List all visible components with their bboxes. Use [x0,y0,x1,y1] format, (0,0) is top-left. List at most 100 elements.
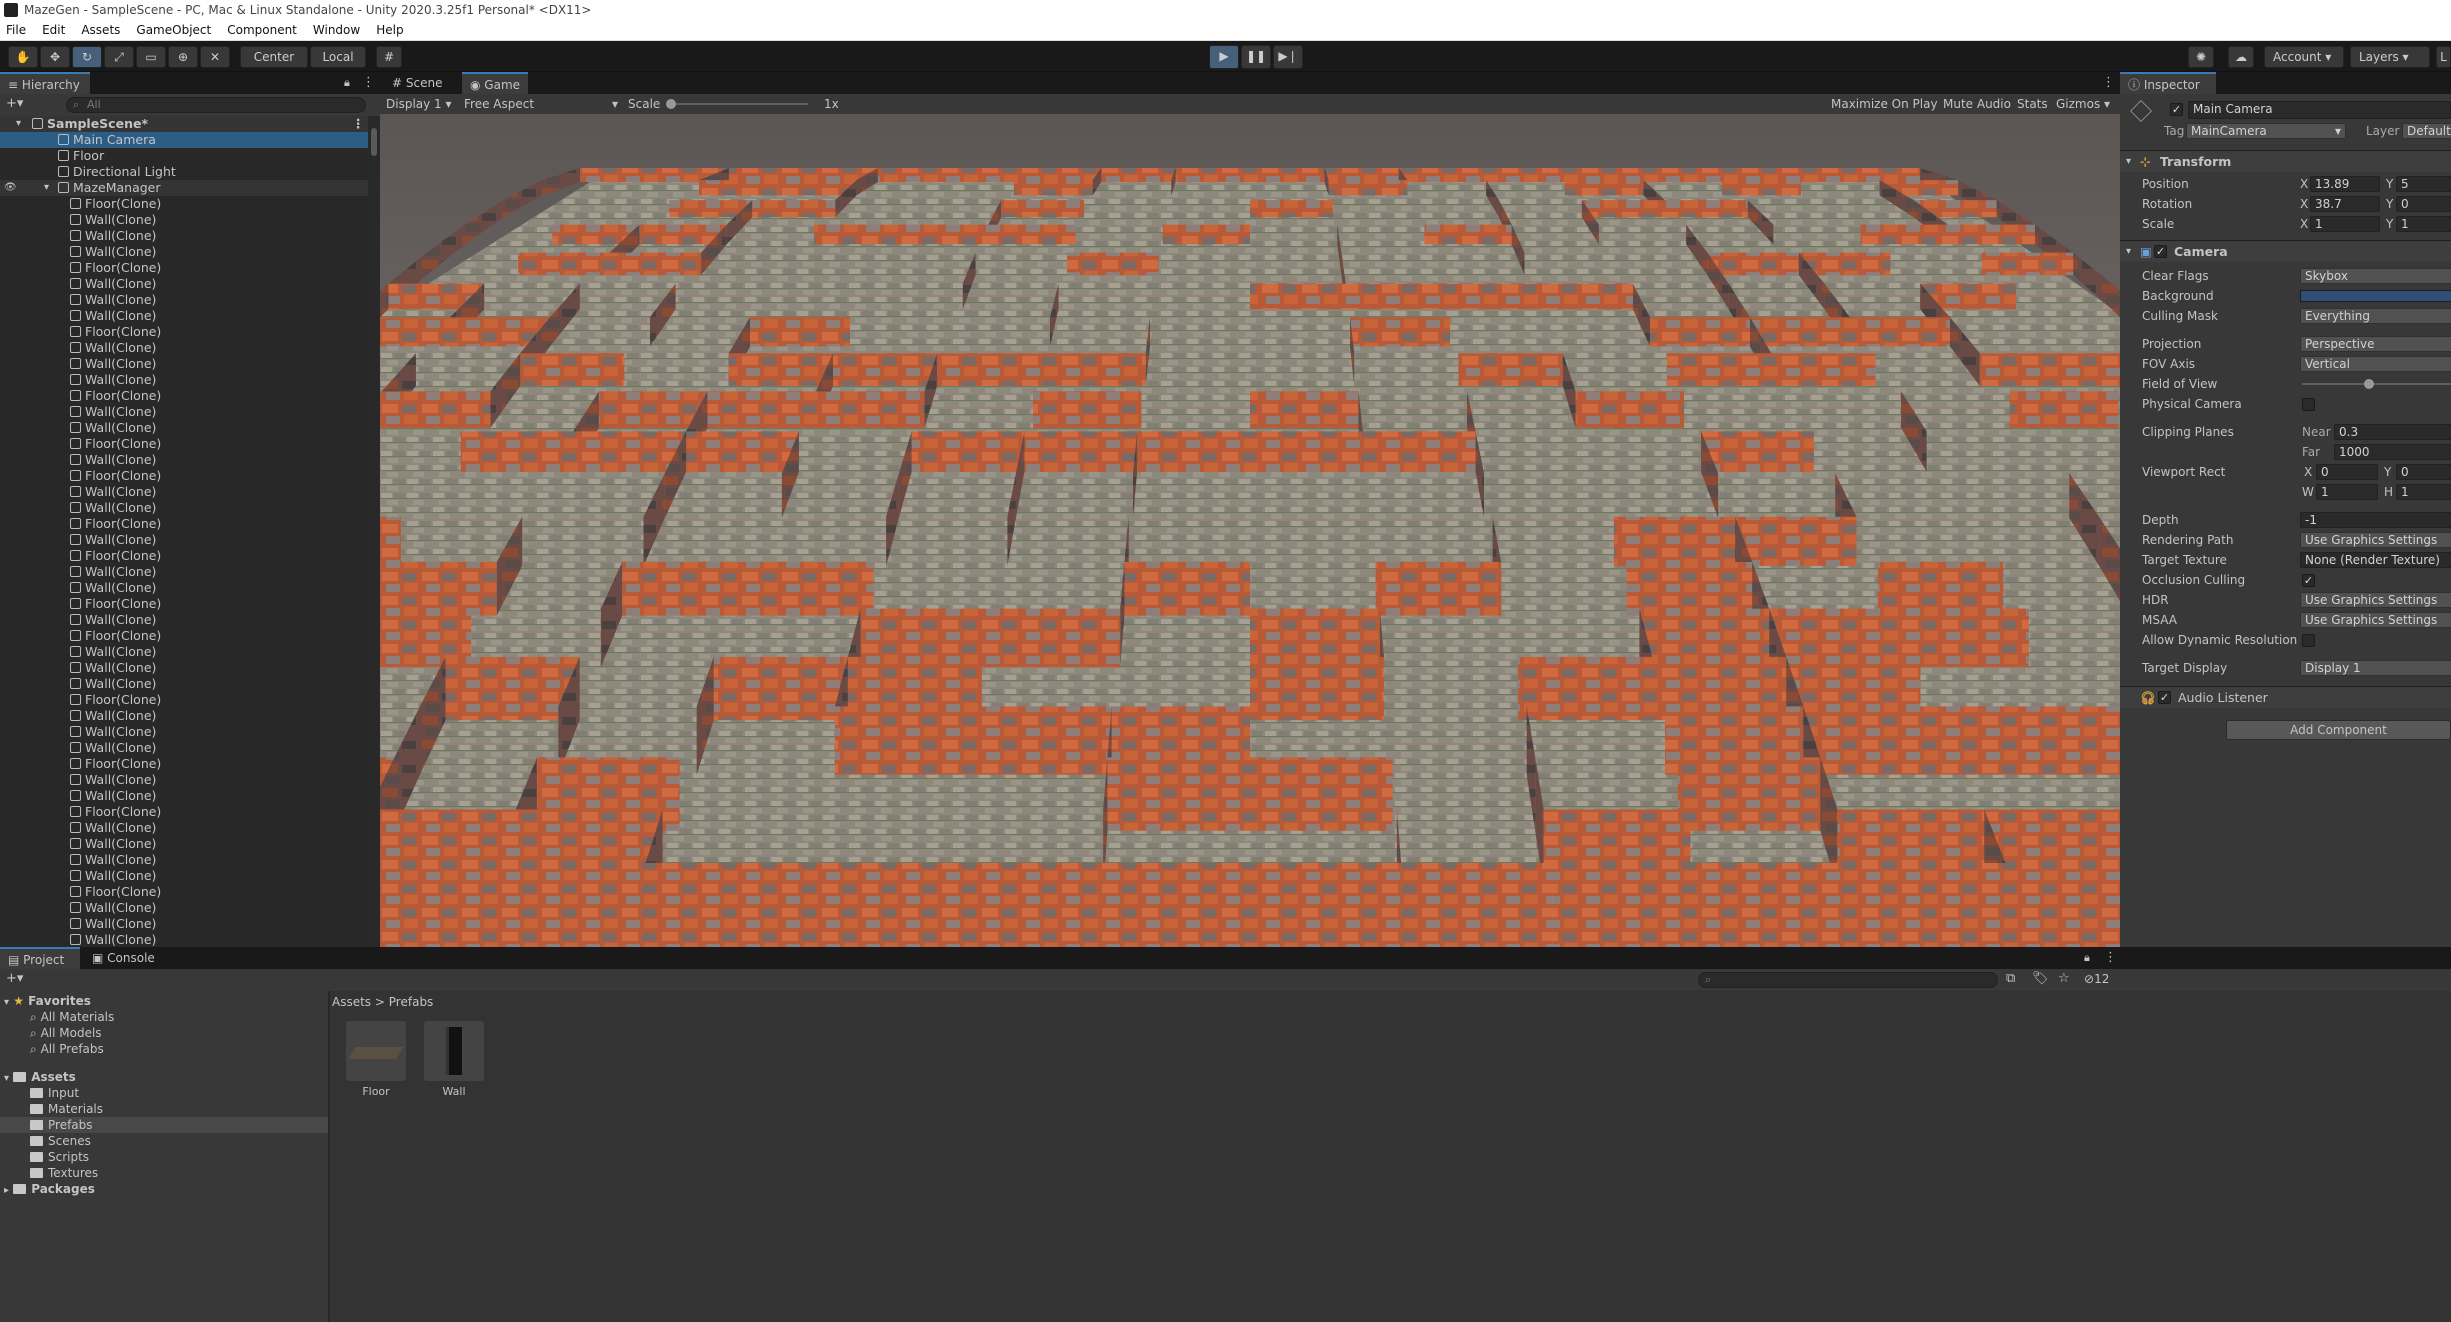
projection-dropdown[interactable]: Perspective [2300,336,2451,352]
hierarchy-child-item[interactable]: Wall(Clone) [0,580,368,596]
hierarchy-child-item[interactable]: Wall(Clone) [0,740,368,756]
stats-toggle[interactable]: Stats [2017,94,2048,114]
mute-audio-toggle[interactable]: Mute Audio [1943,94,2011,114]
favorite-item[interactable]: ⌕ All Prefabs [0,1041,328,1057]
hierarchy-item-floor[interactable]: Floor [0,148,368,164]
expand-arrow-icon[interactable]: ▾ [44,180,49,196]
layer-dropdown[interactable]: Default [2402,123,2451,139]
menu-window[interactable]: Window [313,20,360,40]
lock-icon[interactable]: 🔒︎ [344,76,350,90]
aspect-dropdown[interactable]: Free Aspect ▾ [464,94,622,114]
hierarchy-child-item[interactable]: Wall(Clone) [0,676,368,692]
position-x-field[interactable]: 13.89 [2310,176,2380,192]
hierarchy-child-item[interactable]: Floor(Clone) [0,596,368,612]
scale-x-field[interactable]: 1 [2310,216,2380,232]
target-texture-field[interactable]: None (Render Texture) [2300,552,2451,568]
expand-arrow-icon[interactable]: ▸ [4,1185,9,1196]
prefab-wall[interactable]: Wall [422,1021,486,1098]
hierarchy-child-item[interactable]: Floor(Clone) [0,324,368,340]
folder-item-textures[interactable]: Textures [0,1165,328,1181]
culling-mask-dropdown[interactable]: Everything [2300,308,2451,324]
layout-dropdown[interactable]: L [2436,46,2451,68]
kebab-menu-icon[interactable]: ⋮ [2104,950,2117,965]
menu-assets[interactable]: Assets [81,20,120,40]
hierarchy-child-item[interactable]: Wall(Clone) [0,820,368,836]
tab-console[interactable]: ▣ Console [84,947,163,969]
hand-tool-icon[interactable]: ✋ [8,46,38,68]
hierarchy-child-item[interactable]: Floor(Clone) [0,884,368,900]
rotation-x-field[interactable]: 38.7 [2310,196,2380,212]
hierarchy-child-item[interactable]: Wall(Clone) [0,500,368,516]
expand-arrow-icon[interactable]: ▾ [16,116,21,132]
rect-tool-icon[interactable]: ▭ [136,46,166,68]
hierarchy-child-item[interactable]: Wall(Clone) [0,340,368,356]
folder-item-input[interactable]: Input [0,1085,328,1101]
add-component-button[interactable]: Add Component [2226,720,2451,740]
project-search-input[interactable]: ⌕ [1698,972,1998,988]
transform-tool-icon[interactable]: ⊕ [168,46,198,68]
favorite-star-icon[interactable]: ☆ [2058,971,2070,986]
viewport-x-field[interactable]: 0 [2316,464,2378,480]
hierarchy-child-item[interactable]: Wall(Clone) [0,356,368,372]
pivot-local-button[interactable]: Local [310,46,366,68]
hierarchy-child-item[interactable]: Wall(Clone) [0,868,368,884]
lock-icon[interactable]: 🔒︎ [2084,951,2090,965]
scale-slider[interactable] [666,99,808,109]
menu-edit[interactable]: Edit [42,20,65,40]
game-viewport[interactable] [380,114,2120,947]
hierarchy-child-item[interactable]: Wall(Clone) [0,644,368,660]
hierarchy-item-main-camera[interactable]: Main Camera [0,132,368,148]
hierarchy-child-item[interactable]: Wall(Clone) [0,452,368,468]
gizmos-dropdown[interactable]: Gizmos ▾ [2056,94,2110,114]
object-name-field[interactable]: Main Camera [2188,101,2451,119]
menu-gameobject[interactable]: GameObject [136,20,211,40]
hierarchy-child-item[interactable]: Wall(Clone) [0,916,368,932]
breadcrumb-prefabs[interactable]: Prefabs [389,995,434,1009]
active-checkbox[interactable]: ✓ [2170,103,2183,116]
hierarchy-child-item[interactable]: Floor(Clone) [0,692,368,708]
hierarchy-scrollbar[interactable] [368,116,380,946]
fov-slider[interactable] [2302,379,2451,389]
visibility-eye-icon[interactable]: 👁︎ [4,180,17,196]
tab-scene[interactable]: # Scene [384,72,450,94]
hierarchy-child-item[interactable]: Wall(Clone) [0,276,368,292]
scene-menu-icon[interactable]: ⋮ [352,116,365,132]
rotate-tool-icon[interactable]: ↻ [72,46,102,68]
viewport-h-field[interactable]: 1 [2396,484,2451,500]
favorite-item[interactable]: ⌕ All Materials [0,1009,328,1025]
menu-help[interactable]: Help [376,20,403,40]
assets-root-row[interactable]: ▾ Assets [0,1069,328,1085]
tab-hierarchy[interactable]: ≡ Hierarchy [0,72,90,94]
folder-item-materials[interactable]: Materials [0,1101,328,1117]
hierarchy-child-item[interactable]: Wall(Clone) [0,660,368,676]
prefab-floor[interactable]: Floor [344,1021,408,1098]
pivot-center-button[interactable]: Center [240,46,308,68]
display-dropdown[interactable]: Display 1 ▾ [386,94,452,114]
hierarchy-child-item[interactable]: Wall(Clone) [0,612,368,628]
transform-section-header[interactable]: ▾ ⊹ Transform [2120,150,2451,172]
hierarchy-child-item[interactable]: Wall(Clone) [0,564,368,580]
tab-project[interactable]: ▤ Project [0,947,80,969]
background-color-swatch[interactable] [2300,290,2451,302]
occlusion-culling-checkbox[interactable]: ✓ [2302,574,2315,587]
expand-arrow-icon[interactable]: ▾ [4,1073,9,1084]
scrollbar-thumb[interactable] [371,128,377,156]
kebab-menu-icon[interactable]: ⋮ [362,75,375,90]
hierarchy-child-item[interactable]: Wall(Clone) [0,724,368,740]
folder-item-prefabs[interactable]: Prefabs [0,1117,328,1133]
scale-tool-icon[interactable]: ⤢ [104,46,134,68]
layers-dropdown[interactable]: Layers ▾ [2350,46,2430,68]
rotation-y-field[interactable]: 0 [2396,196,2451,212]
rendering-path-dropdown[interactable]: Use Graphics Settings [2300,532,2451,548]
scene-row[interactable]: ▾ SampleScene* ⋮ [0,116,368,132]
play-button[interactable]: ▶ [1209,45,1239,69]
custom-tool-icon[interactable]: ✕ [200,46,230,68]
msaa-dropdown[interactable]: Use Graphics Settings [2300,612,2451,628]
hierarchy-child-item[interactable]: Wall(Clone) [0,420,368,436]
hierarchy-child-item[interactable]: Wall(Clone) [0,244,368,260]
fov-axis-dropdown[interactable]: Vertical [2300,356,2451,372]
hierarchy-child-item[interactable]: Wall(Clone) [0,212,368,228]
hierarchy-child-item[interactable]: Wall(Clone) [0,228,368,244]
hierarchy-child-item[interactable]: Floor(Clone) [0,804,368,820]
folder-item-scenes[interactable]: Scenes [0,1133,328,1149]
